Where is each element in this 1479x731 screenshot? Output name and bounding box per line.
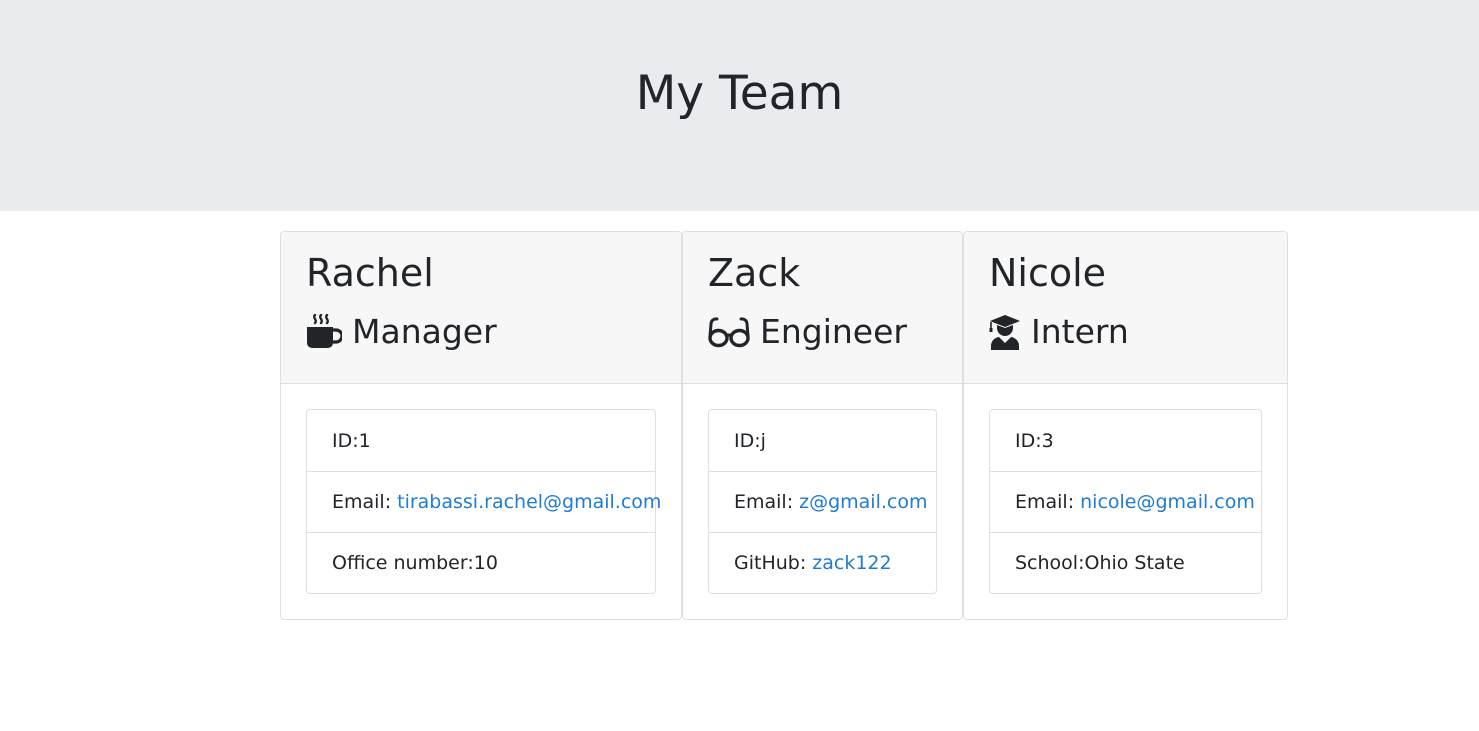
email-label: Email: (1015, 491, 1075, 513)
email-label: Email: (332, 491, 392, 513)
employee-role: Manager (306, 312, 497, 352)
employee-card-manager: Rachel Manager ID: 1 Email: tirabassi.ra… (280, 231, 682, 620)
email-link[interactable]: tirabassi.rachel@gmail.com (397, 491, 661, 513)
office-number-value: 10 (473, 552, 498, 574)
github-link[interactable]: zack122 (812, 552, 891, 574)
github-label: GitHub: (734, 552, 807, 574)
page-header: My Team (0, 0, 1479, 211)
id-label: ID: (734, 429, 761, 452)
mug-hot-icon (306, 314, 342, 350)
employee-name: Nicole (989, 251, 1107, 295)
card-header: Zack Engineer (683, 232, 962, 384)
employee-card-intern: Nicole Intern ID: 3 Email: nicole@gmail.… (963, 231, 1288, 620)
employee-role: Engineer (708, 312, 907, 352)
list-item-email: Email: z@gmail.com (709, 471, 936, 532)
email-link[interactable]: nicole@gmail.com (1080, 491, 1255, 513)
email-link[interactable]: z@gmail.com (799, 491, 927, 513)
card-header: Rachel Manager (281, 232, 681, 384)
id-value: 3 (1041, 429, 1054, 452)
id-label: ID: (1015, 429, 1042, 452)
list-item-id: ID: j (709, 410, 936, 471)
list-item-id: ID: 1 (307, 410, 655, 471)
employee-name: Rachel (306, 251, 434, 295)
id-label: ID: (332, 429, 359, 452)
list-item-id: ID: 3 (990, 410, 1261, 471)
role-label: Intern (1031, 312, 1129, 351)
id-value: 1 (358, 429, 371, 452)
employee-role: Intern (989, 312, 1129, 352)
user-graduate-icon (989, 314, 1021, 350)
employee-card-engineer: Zack Engineer ID: j Email: z@gmail.com G… (682, 231, 963, 620)
glasses-icon (708, 314, 750, 350)
employee-details: ID: 3 Email: nicole@gmail.com School: Oh… (989, 409, 1262, 594)
list-item-school: School: Ohio State (990, 532, 1261, 593)
school-value: Ohio State (1084, 552, 1185, 574)
list-item-github: GitHub: zack122 (709, 532, 936, 593)
list-item-email: Email: nicole@gmail.com (990, 471, 1261, 532)
office-number-label: Office number: (332, 552, 474, 574)
school-label: School: (1015, 552, 1085, 574)
role-label: Engineer (760, 312, 907, 351)
list-item-office-number: Office number: 10 (307, 532, 655, 593)
list-item-email: Email: tirabassi.rachel@gmail.com (307, 471, 661, 532)
email-label: Email: (734, 491, 794, 513)
employee-details: ID: j Email: z@gmail.com GitHub: zack122 (708, 409, 937, 594)
id-value: j (760, 429, 766, 452)
page-title: My Team (635, 65, 844, 121)
role-label: Manager (352, 312, 497, 351)
card-header: Nicole Intern (964, 232, 1287, 384)
employee-details: ID: 1 Email: tirabassi.rachel@gmail.com … (306, 409, 661, 594)
employee-name: Zack (708, 251, 801, 295)
